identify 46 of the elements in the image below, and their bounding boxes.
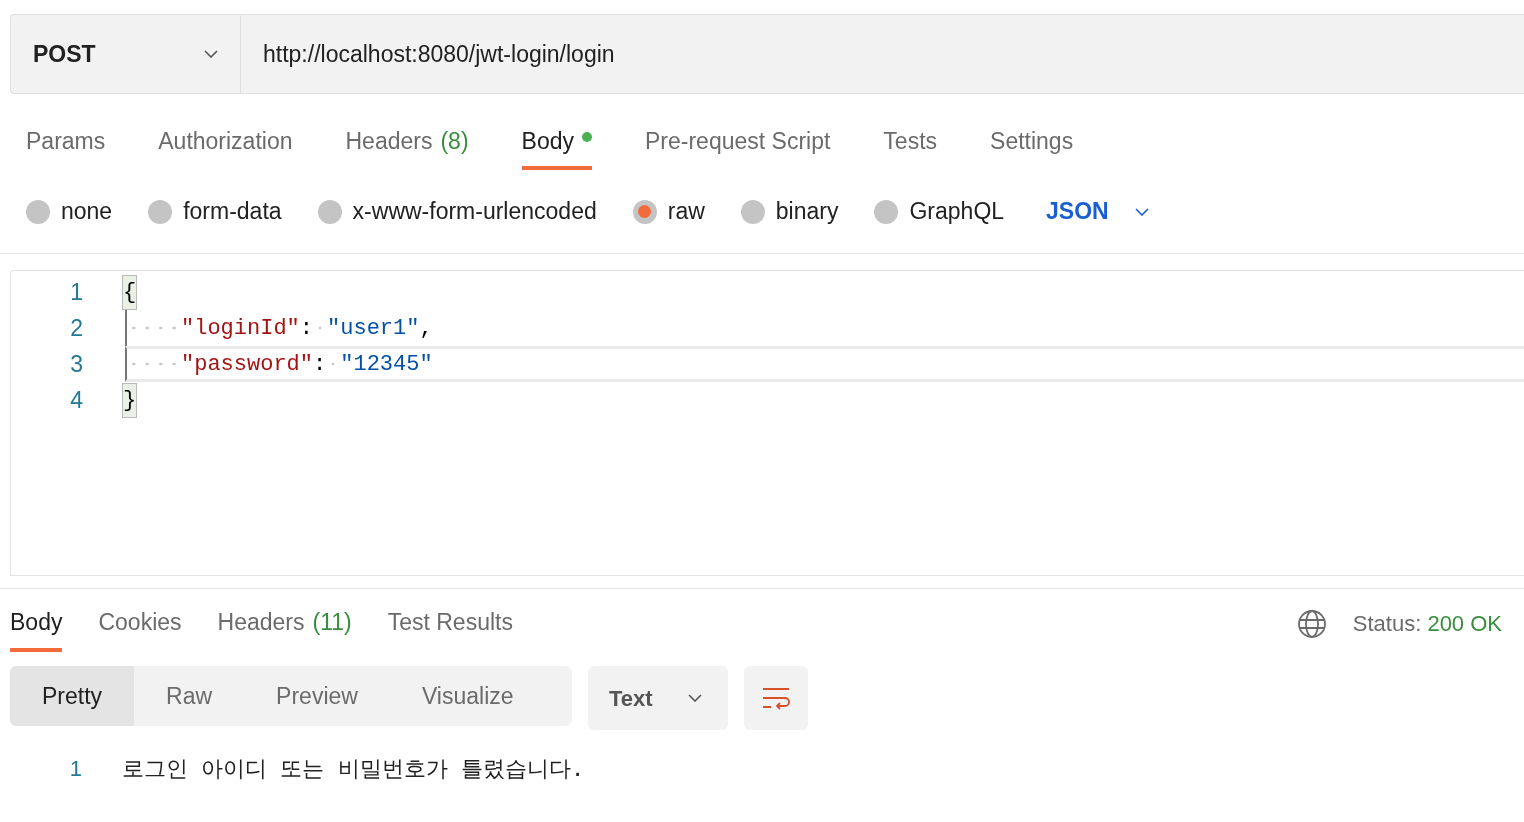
code-token: : [299, 314, 314, 343]
status-text: Status: 200 OK [1352, 610, 1502, 638]
line-number: 4 [69, 385, 83, 415]
request-tab[interactable]: Body [521, 124, 592, 170]
globe-icon[interactable] [1296, 608, 1327, 639]
code-token: : [313, 350, 327, 379]
request-tab[interactable]: Pre-request Script [645, 124, 831, 170]
method-dropdown[interactable]: POST [10, 14, 241, 94]
response-format-dropdown[interactable]: Text [588, 666, 728, 730]
view-mode-tab[interactable]: Visualize [389, 666, 546, 726]
code-token: } [123, 383, 137, 417]
body-type-radio[interactable]: form-data [148, 194, 282, 229]
code-token: "loginId" [181, 314, 300, 343]
request-tab[interactable]: Headers (8) [345, 124, 469, 170]
body-type-radio[interactable]: binary [740, 194, 839, 229]
view-mode-tab[interactable]: Raw [134, 666, 245, 726]
body-type-radio[interactable]: raw [632, 194, 705, 229]
wrap-lines-button[interactable] [744, 666, 808, 730]
body-type-radio[interactable]: none [26, 194, 113, 229]
response-text: 로그인 아이디 또는 비밀번호가 틀렸습니다. [122, 754, 585, 783]
response-tab[interactable]: Cookies [98, 605, 182, 652]
request-tab[interactable]: Params [26, 124, 106, 170]
code-token: "12345" [340, 350, 433, 379]
line-number: 1 [69, 277, 83, 307]
response-tab[interactable]: Body [10, 605, 63, 652]
view-mode-tab[interactable]: Pretty [10, 666, 135, 726]
body-type-radio[interactable]: x-www-form-urlencoded [317, 194, 597, 229]
format-dropdown[interactable]: JSON [1046, 194, 1149, 229]
code-token: "password" [181, 350, 314, 379]
url-field[interactable]: http://localhost:8080/jwt-login/login [241, 14, 1524, 94]
code-token: "user1" [327, 314, 420, 343]
line-number: 2 [69, 313, 83, 343]
view-mode-tab[interactable]: Preview [244, 666, 390, 726]
line-number: 3 [69, 349, 83, 379]
code-token: , [419, 314, 433, 343]
chevron-down-icon [204, 50, 218, 58]
request-tab[interactable]: Authorization [158, 124, 293, 170]
request-tab[interactable]: Tests [883, 124, 938, 170]
code-token: { [123, 275, 137, 309]
response-tab[interactable]: Test Results [387, 605, 513, 652]
chevron-down-icon [1134, 207, 1149, 216]
response-tab[interactable]: Headers (11) [217, 605, 352, 652]
request-tab[interactable]: Settings [990, 124, 1074, 170]
chevron-down-icon [688, 694, 702, 702]
body-type-radio[interactable]: GraphQL [874, 194, 1005, 229]
line-number: 1 [68, 754, 82, 783]
